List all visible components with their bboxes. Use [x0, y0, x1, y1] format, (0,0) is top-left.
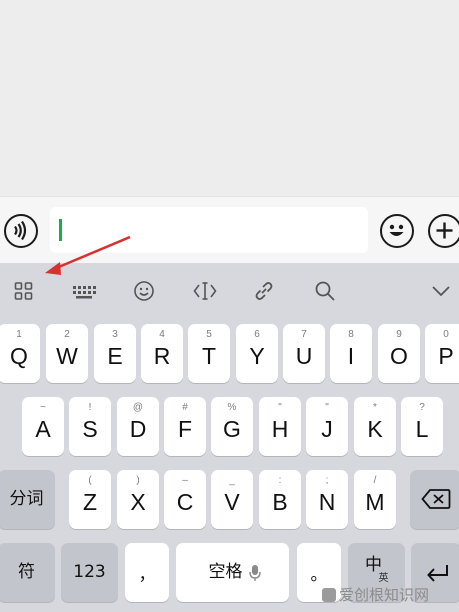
- enter-icon: [427, 565, 448, 582]
- keyboard-icon[interactable]: [72, 280, 96, 302]
- keyboard: 1Q 2W 3E 4R 5T 6Y 7U 8I 9O 0P ~ A ! S @ D #…: [0, 263, 459, 612]
- key-i[interactable]: 8I: [330, 324, 372, 383]
- key-r[interactable]: 4R: [141, 324, 183, 383]
- grid-icon[interactable]: [13, 280, 35, 302]
- key-p[interactable]: 0P: [425, 324, 459, 383]
- emoji-icon[interactable]: [133, 280, 155, 302]
- key-c[interactable]: – C: [164, 470, 206, 529]
- key-y[interactable]: 6Y: [236, 324, 278, 383]
- keyboard-toolbar: [0, 263, 459, 317]
- message-input[interactable]: [50, 207, 368, 253]
- watermark-text: 爱创根知识网: [339, 586, 430, 604]
- text-cursor-icon[interactable]: [193, 280, 217, 302]
- key-b[interactable]: :B: [259, 470, 301, 529]
- backspace-key[interactable]: [410, 470, 459, 529]
- key-q[interactable]: 1Q: [0, 324, 40, 383]
- key-f[interactable]: # F: [164, 397, 206, 456]
- space-key[interactable]: 空格: [176, 543, 289, 602]
- link-icon[interactable]: [253, 280, 275, 302]
- watermark-logo-icon: [322, 588, 336, 602]
- text-caret: [59, 219, 62, 241]
- plus-button[interactable]: [428, 214, 459, 248]
- key-w[interactable]: 2W: [46, 324, 88, 383]
- voice-icon: [14, 220, 27, 241]
- chevron-down-icon[interactable]: [430, 280, 452, 302]
- plus-icon: [436, 222, 453, 239]
- watermark: 爱创根知识网: [322, 584, 429, 605]
- key-k[interactable]: * K: [354, 397, 396, 456]
- key-l[interactable]: ? L: [401, 397, 443, 456]
- smiley-icon: [389, 224, 404, 236]
- key-z[interactable]: (Z: [69, 470, 111, 529]
- backspace-icon: [421, 489, 451, 509]
- key-u[interactable]: 7U: [283, 324, 325, 383]
- fenci-key[interactable]: 分词: [0, 470, 55, 529]
- key-m[interactable]: / M: [354, 470, 396, 529]
- input-bar: [0, 196, 459, 263]
- symbol-key[interactable]: 符: [0, 543, 55, 602]
- microphone-icon: [249, 565, 261, 581]
- number-key[interactable]: 123: [61, 543, 118, 602]
- chat-area: [0, 0, 459, 196]
- voice-button[interactable]: [4, 214, 38, 248]
- key-d[interactable]: @ D: [117, 397, 159, 456]
- key-t[interactable]: 5T: [188, 324, 230, 383]
- key-a[interactable]: ~ A: [22, 397, 64, 456]
- key-s[interactable]: ! S: [69, 397, 111, 456]
- key-j[interactable]: " J: [306, 397, 348, 456]
- key-v[interactable]: _ V: [211, 470, 253, 529]
- key-o[interactable]: 9O: [378, 324, 420, 383]
- search-icon[interactable]: [314, 280, 336, 302]
- key-h[interactable]: " H: [259, 397, 301, 456]
- key-n[interactable]: ; N: [306, 470, 348, 529]
- key-e[interactable]: 3E: [94, 324, 136, 383]
- key-x[interactable]: ) X: [117, 470, 159, 529]
- emoji-button[interactable]: [380, 214, 414, 248]
- key-g[interactable]: % G: [211, 397, 253, 456]
